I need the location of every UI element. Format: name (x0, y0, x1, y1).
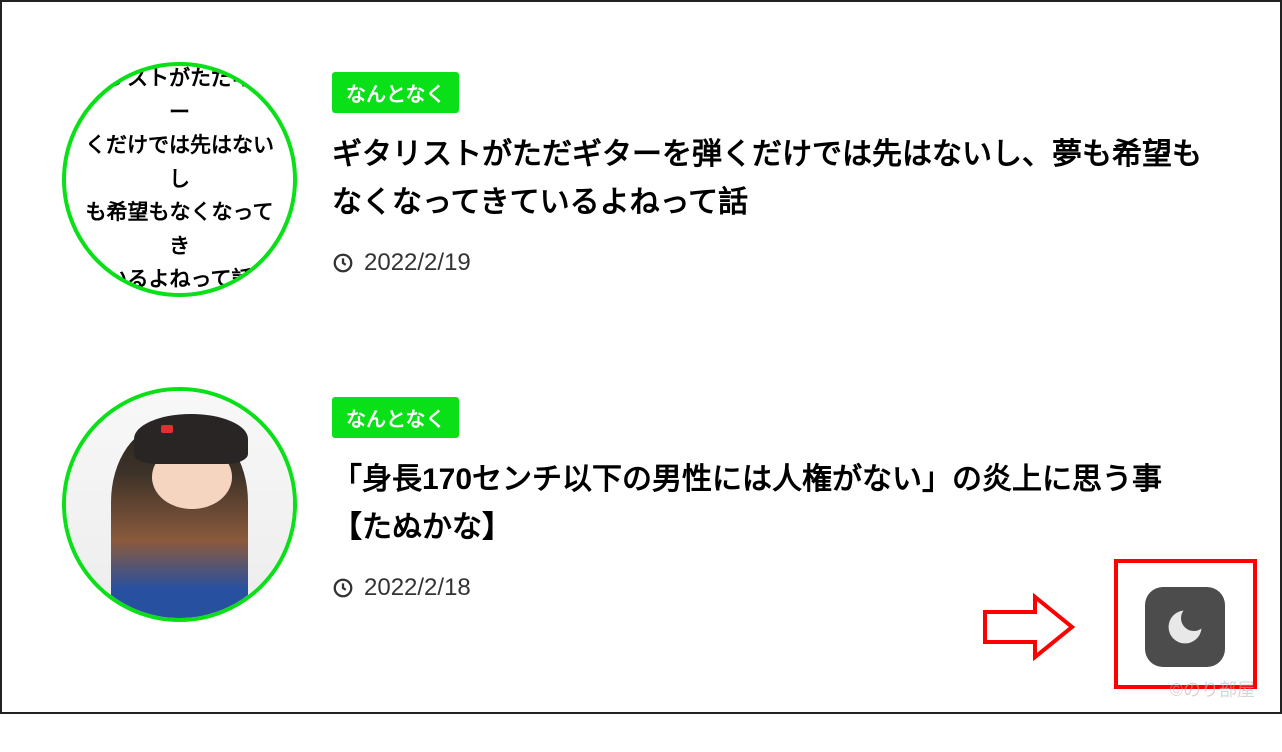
article-thumbnail (62, 387, 297, 622)
clock-icon (332, 577, 354, 599)
article-thumbnail: タリストがただギターくだけでは先はないしも希望もなくなってきいるよねって話 (62, 62, 297, 297)
article-list: タリストがただギターくだけでは先はないしも希望もなくなってきいるよねって話 なん… (2, 2, 1280, 752)
category-tag[interactable]: なんとなく (332, 397, 459, 438)
article-title: ギタリストがただギターを弾くだけでは先はないし、夢も希望もなくなってきているよね… (332, 131, 1220, 227)
thumbnail-text-image: タリストがただギターくだけでは先はないしも希望もなくなってきいるよねって話 (66, 62, 293, 297)
arrow-right-icon (980, 587, 1080, 667)
article-content: なんとなく ギタリストがただギターを弾くだけでは先はないし、夢も希望もなくなって… (332, 62, 1220, 277)
date-text: 2022/2/19 (364, 249, 471, 277)
article-date: 2022/2/18 (332, 574, 1220, 602)
article-content: なんとなく 「身長170センチ以下の男性には人権がない」の炎上に思う事【たぬかな… (332, 387, 1220, 602)
moon-icon (1163, 605, 1207, 649)
watermark: ©のり部屋 (1170, 676, 1255, 702)
clock-icon (332, 252, 354, 274)
date-text: 2022/2/18 (364, 574, 471, 602)
dark-mode-toggle-button[interactable] (1145, 587, 1225, 667)
article-title: 「身長170センチ以下の男性には人権がない」の炎上に思う事【たぬかな】 (332, 456, 1220, 552)
article-item[interactable]: タリストがただギターくだけでは先はないしも希望もなくなってきいるよねって話 なん… (62, 62, 1220, 297)
thumbnail-photo-image (66, 391, 293, 618)
article-date: 2022/2/19 (332, 249, 1220, 277)
category-tag[interactable]: なんとなく (332, 72, 459, 113)
